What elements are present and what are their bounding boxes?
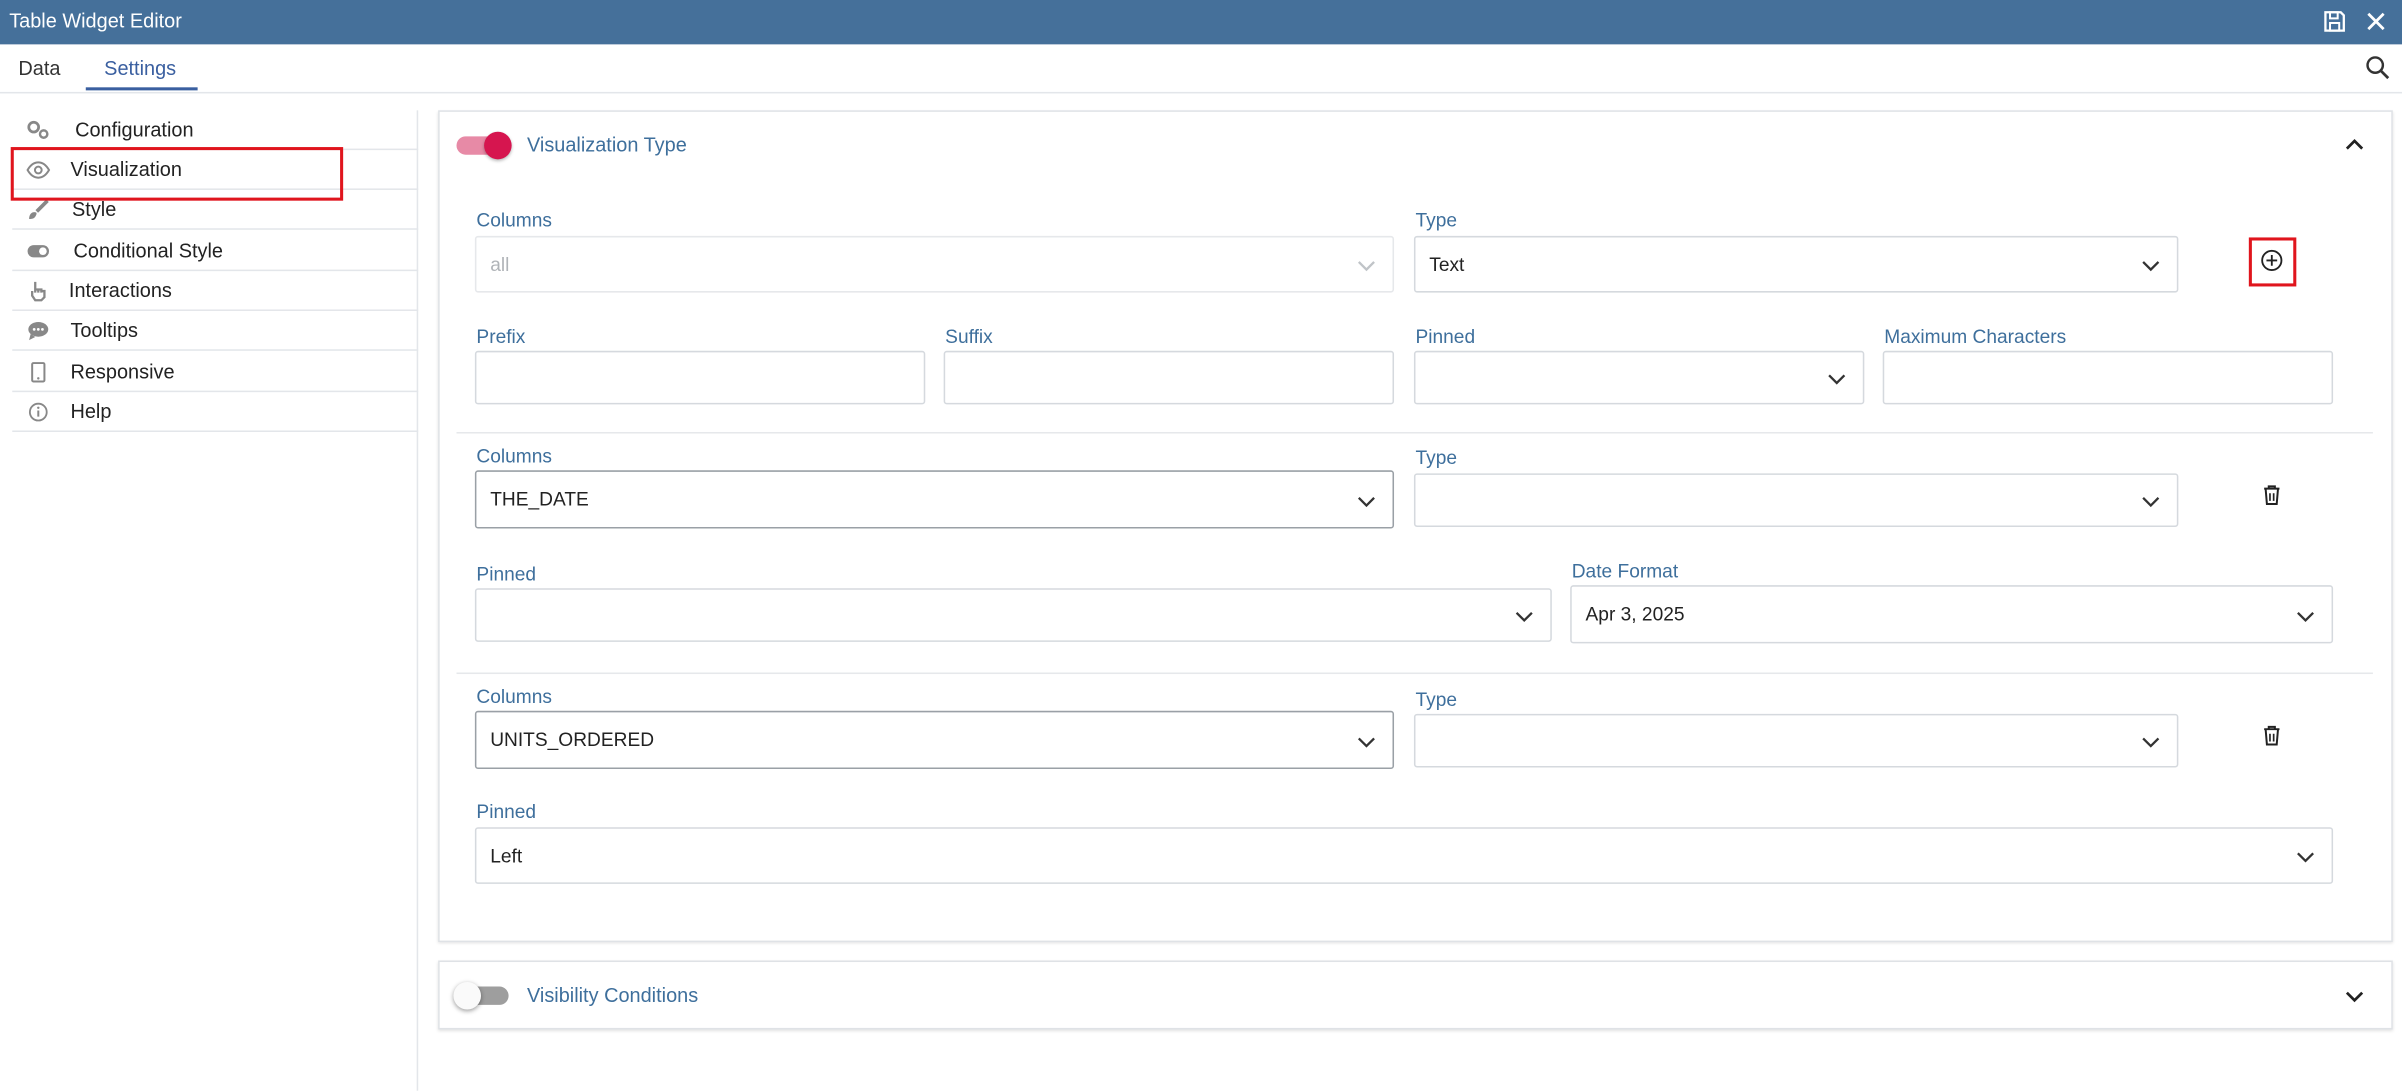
- date-format-select[interactable]: Apr 3, 2025: [1570, 585, 2334, 644]
- sidebar-item-conditional-style[interactable]: Conditional Style: [12, 231, 419, 272]
- chevron-down-icon: [1357, 737, 1375, 748]
- tab-bar: Data Settings: [0, 44, 2402, 94]
- columns-label: Columns: [476, 445, 552, 468]
- pinned-select[interactable]: [474, 588, 1552, 642]
- tab-data[interactable]: Data: [18, 57, 60, 80]
- sidebar-item-help[interactable]: Help: [12, 392, 419, 432]
- type-label: Type: [1415, 447, 1458, 469]
- sidebar-item-label: Interactions: [68, 278, 172, 302]
- search-icon[interactable]: [2364, 54, 2392, 82]
- chevron-down-icon: [1515, 611, 1533, 623]
- columns-select: all: [474, 235, 1395, 293]
- sidebar-item-label: Style: [71, 197, 117, 221]
- chevron-down-icon: [2142, 737, 2160, 748]
- sidebar-item-label: Conditional Style: [73, 238, 223, 262]
- prefix-input[interactable]: [474, 350, 926, 405]
- chevron-down-icon: [2142, 261, 2160, 272]
- pinned-label: Pinned: [476, 563, 537, 586]
- maximum-characters-input[interactable]: [1882, 350, 2334, 405]
- maximum-characters-label: Maximum Characters: [1884, 326, 2067, 348]
- sidebar-item-label: Help: [70, 399, 112, 423]
- type-label: Type: [1415, 689, 1458, 711]
- sidebar-item-label: Visualization: [70, 157, 182, 181]
- columns-label: Columns: [476, 686, 552, 708]
- panel-title: Visibility Conditions: [526, 983, 699, 1007]
- pinned-label: Pinned: [1415, 326, 1476, 348]
- suffix-label: Suffix: [945, 326, 993, 348]
- chevron-up-icon[interactable]: [2342, 133, 2367, 158]
- chevron-down-icon: [1357, 497, 1375, 508]
- info-icon: [28, 402, 48, 422]
- tablet-icon: [31, 362, 46, 383]
- rule-divider: [456, 672, 2373, 675]
- toggle-knob: [453, 981, 482, 1010]
- sidebar-item-configuration[interactable]: Configuration: [12, 110, 419, 151]
- window-title: Table Widget Editor: [9, 9, 182, 33]
- sidebar-item-style[interactable]: Style: [12, 190, 419, 230]
- chevron-down-icon: [2142, 497, 2160, 508]
- panel-title: Visualization Type: [526, 133, 687, 157]
- title-bar: Table Widget Editor: [0, 0, 2402, 45]
- trash-icon[interactable]: [2260, 483, 2285, 508]
- columns-select[interactable]: THE_DATE: [474, 470, 1395, 529]
- chevron-down-icon: [2297, 611, 2314, 623]
- gears-icon: [27, 120, 49, 139]
- columns-label: Columns: [476, 209, 552, 232]
- chevron-down-icon: [1357, 261, 1375, 272]
- pinned-label: Pinned: [476, 801, 537, 823]
- toggle-icon: [27, 245, 50, 258]
- add-button-highlight-box: [2248, 237, 2297, 287]
- trash-icon[interactable]: [2260, 723, 2285, 748]
- sidebar-item-visualization[interactable]: Visualization: [12, 150, 419, 190]
- sidebar-item-interactions[interactable]: Interactions: [12, 271, 419, 311]
- type-select[interactable]: [1413, 473, 2179, 527]
- sidebar-item-responsive[interactable]: Responsive: [12, 352, 419, 393]
- sidebar-item-label: Tooltips: [70, 318, 138, 342]
- hand-pointer-icon: [31, 281, 46, 302]
- sidebar-item-label: Responsive: [70, 359, 175, 383]
- type-select[interactable]: [1413, 713, 2179, 768]
- save-icon[interactable]: [2321, 8, 2349, 36]
- brush-icon: [29, 199, 49, 220]
- chevron-down-icon: [2297, 852, 2314, 863]
- sidebar-item-label: Configuration: [75, 117, 194, 141]
- settings-sidebar: Configuration Visualization Style Condit…: [12, 110, 419, 1091]
- chevron-down-icon[interactable]: [2342, 983, 2367, 1008]
- active-tab-indicator: [85, 87, 198, 91]
- pinned-select[interactable]: [1413, 350, 1865, 405]
- tab-settings[interactable]: Settings: [104, 57, 176, 80]
- rule-divider: [456, 431, 2373, 434]
- sidebar-item-tooltips[interactable]: Tooltips: [12, 311, 419, 351]
- chevron-down-icon: [1828, 374, 1846, 385]
- close-icon[interactable]: [2362, 8, 2390, 36]
- toggle-knob: [484, 131, 512, 160]
- eye-icon: [26, 161, 51, 179]
- type-select[interactable]: Text: [1413, 235, 2179, 293]
- type-label: Type: [1415, 209, 1458, 232]
- prefix-label: Prefix: [476, 326, 526, 348]
- comment-icon: [28, 322, 49, 341]
- date-format-label: Date Format: [1571, 560, 1679, 583]
- suffix-input[interactable]: [943, 350, 1395, 405]
- pinned-select[interactable]: Left: [474, 827, 2334, 884]
- columns-select[interactable]: UNITS_ORDERED: [474, 710, 1395, 770]
- visibility-conditions-panel: [438, 960, 2393, 1030]
